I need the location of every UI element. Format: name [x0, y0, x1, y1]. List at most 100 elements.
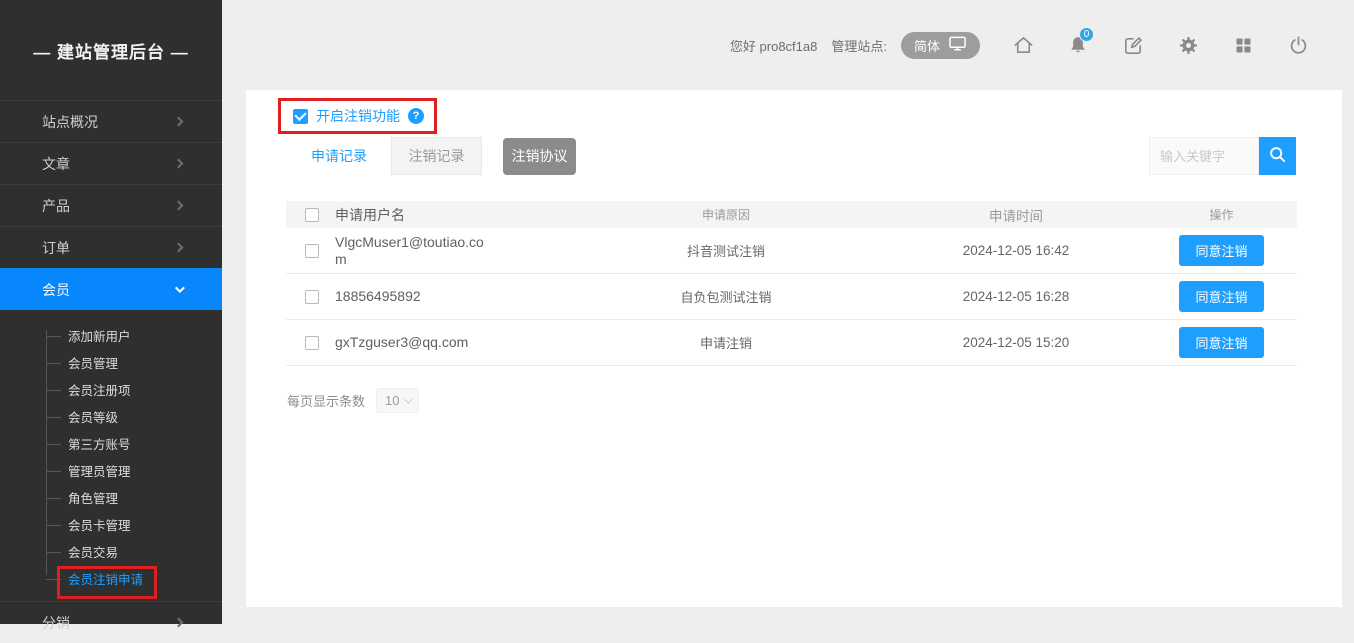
enable-logout-annotated-box: 开启注销功能 ? — [278, 98, 437, 134]
sidebar-item-site-overview[interactable]: 站点概况 — [0, 100, 222, 142]
gear-icon — [1177, 34, 1200, 57]
tab-logout-agreement[interactable]: 注销协议 — [503, 138, 576, 175]
apps-button[interactable] — [1231, 33, 1255, 57]
chevron-down-icon — [175, 283, 185, 293]
page-size-select[interactable]: 10 — [376, 388, 419, 413]
sidebar-item-distribution[interactable]: 分销 — [0, 601, 222, 643]
submenu-item-role-management[interactable]: 角色管理 — [0, 484, 222, 511]
submenu-item-member-levels[interactable]: 会员等级 — [0, 403, 222, 430]
submenu-label: 会员注销申请 — [68, 569, 143, 588]
sidebar-item-label: 订单 — [42, 238, 70, 258]
select-all-checkbox[interactable] — [305, 208, 319, 222]
content-card: 开启注销功能 ? 申请记录 注销记录 注销协议 申请用户名 申请原因 — [246, 90, 1342, 607]
tab-label: 注销记录 — [409, 146, 465, 166]
column-header-username: 申请用户名 — [335, 205, 566, 225]
row-reason: 自负包测试注销 — [566, 287, 886, 306]
row-username: gxTzguser3@qq.com — [335, 334, 468, 351]
home-button[interactable] — [1011, 33, 1035, 57]
submenu-label: 角色管理 — [68, 488, 118, 507]
submenu-label: 会员管理 — [68, 353, 118, 372]
column-header-reason: 申请原因 — [566, 206, 886, 223]
row-time: 2024-12-05 16:28 — [886, 289, 1146, 304]
submenu-item-admin-management[interactable]: 管理员管理 — [0, 457, 222, 484]
chevron-right-icon — [174, 618, 184, 628]
power-icon — [1287, 34, 1310, 57]
notifications-button[interactable]: 0 — [1066, 33, 1090, 57]
notification-badge: 0 — [1079, 27, 1094, 42]
agree-logout-button[interactable]: 同意注销 — [1179, 235, 1263, 266]
agree-logout-button[interactable]: 同意注销 — [1179, 327, 1263, 358]
sidebar-item-label: 站点概况 — [42, 112, 98, 132]
table-row: 18856495892 自负包测试注销 2024-12-05 16:28 同意注… — [286, 274, 1297, 320]
row-username: VlgcMuser1@toutiao.com — [335, 234, 488, 268]
members-submenu: 添加新用户 会员管理 会员注册项 会员等级 第三方账号 管理员管理 角色管理 会… — [0, 310, 222, 601]
settings-button[interactable] — [1176, 33, 1200, 57]
row-checkbox[interactable] — [305, 336, 319, 350]
chevron-down-icon — [405, 395, 413, 403]
sidebar-item-orders[interactable]: 订单 — [0, 226, 222, 268]
search-icon — [1267, 144, 1288, 168]
submenu-label: 会员卡管理 — [68, 515, 131, 534]
user-greeting: 您好 pro8cf1a8 — [730, 36, 817, 55]
chevron-right-icon — [174, 117, 184, 127]
chevron-right-icon — [174, 243, 184, 253]
submenu-item-add-user[interactable]: 添加新用户 — [0, 322, 222, 349]
sidebar-item-products[interactable]: 产品 — [0, 184, 222, 226]
agree-logout-button[interactable]: 同意注销 — [1179, 281, 1263, 312]
submenu-label: 会员交易 — [68, 542, 118, 561]
apps-grid-icon — [1233, 35, 1254, 56]
row-time: 2024-12-05 16:42 — [886, 243, 1146, 258]
language-label: 简体 — [914, 36, 940, 55]
compose-button[interactable] — [1121, 33, 1145, 57]
submenu-item-member-transactions[interactable]: 会员交易 — [0, 538, 222, 565]
row-reason: 抖音测试注销 — [566, 241, 886, 260]
sidebar-item-label: 产品 — [42, 196, 70, 216]
submenu-label: 会员注册项 — [68, 380, 131, 399]
column-header-time: 申请时间 — [886, 205, 1146, 225]
app-logo: — 建站管理后台 — — [0, 0, 222, 100]
tab-label: 申请记录 — [311, 146, 367, 166]
table-row: VlgcMuser1@toutiao.com 抖音测试注销 2024-12-05… — [286, 228, 1297, 274]
sidebar-item-label: 会员 — [42, 280, 70, 300]
row-time: 2024-12-05 15:20 — [886, 335, 1146, 350]
submenu-item-member-logout-requests[interactable]: 会员注销申请 — [0, 565, 222, 592]
tab-application-records[interactable]: 申请记录 — [287, 137, 391, 175]
submenu-label: 添加新用户 — [68, 326, 131, 345]
row-username: 18856495892 — [335, 288, 421, 305]
logout-requests-table: 申请用户名 申请原因 申请时间 操作 VlgcMuser1@toutiao.co… — [286, 201, 1297, 366]
submenu-item-third-party-accounts[interactable]: 第三方账号 — [0, 430, 222, 457]
submenu-item-member-cards[interactable]: 会员卡管理 — [0, 511, 222, 538]
home-icon — [1012, 34, 1035, 57]
pagination: 每页显示条数 10 — [287, 388, 419, 413]
submenu-item-member-management[interactable]: 会员管理 — [0, 349, 222, 376]
tab-bar: 申请记录 注销记录 注销协议 — [287, 137, 576, 175]
page-size-value: 10 — [385, 393, 399, 408]
submenu-label: 第三方账号 — [68, 434, 131, 453]
search-input[interactable] — [1149, 137, 1259, 175]
submenu-label: 会员等级 — [68, 407, 118, 426]
compose-icon — [1122, 34, 1145, 57]
row-checkbox[interactable] — [305, 244, 319, 258]
row-reason: 申请注销 — [566, 333, 886, 352]
sidebar-item-label: 分销 — [42, 613, 70, 633]
help-icon[interactable]: ? — [408, 108, 424, 124]
search-button[interactable] — [1259, 137, 1296, 175]
row-checkbox[interactable] — [305, 290, 319, 304]
chevron-right-icon — [174, 159, 184, 169]
table-row: gxTzguser3@qq.com 申请注销 2024-12-05 15:20 … — [286, 320, 1297, 366]
submenu-label: 管理员管理 — [68, 461, 131, 480]
sidebar-item-articles[interactable]: 文章 — [0, 142, 222, 184]
page-size-label: 每页显示条数 — [287, 391, 365, 410]
sidebar-item-label: 文章 — [42, 154, 70, 174]
sidebar-item-members[interactable]: 会员 — [0, 268, 222, 310]
enable-logout-checkbox[interactable] — [293, 109, 308, 124]
chevron-right-icon — [174, 201, 184, 211]
table-header-row: 申请用户名 申请原因 申请时间 操作 — [286, 201, 1297, 228]
enable-logout-label[interactable]: 开启注销功能 — [316, 106, 400, 126]
language-site-button[interactable]: 简体 — [901, 32, 980, 59]
tab-logout-records[interactable]: 注销记录 — [391, 137, 482, 175]
column-header-action: 操作 — [1146, 206, 1297, 223]
logout-button[interactable] — [1286, 33, 1310, 57]
submenu-item-registration-fields[interactable]: 会员注册项 — [0, 376, 222, 403]
tab-label: 注销协议 — [512, 146, 568, 166]
